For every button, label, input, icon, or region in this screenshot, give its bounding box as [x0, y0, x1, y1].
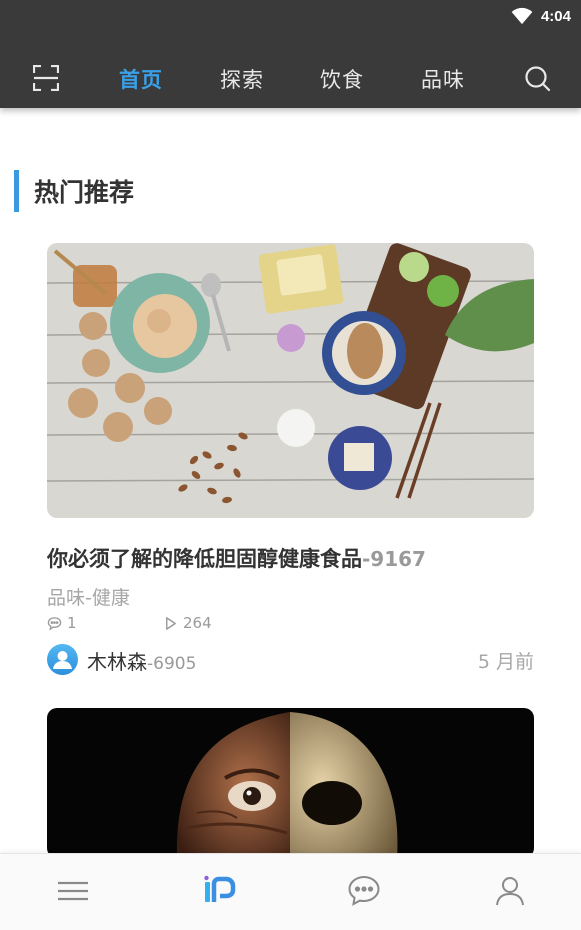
skull-face-image: [47, 708, 534, 858]
food-flatlay-image: [47, 243, 534, 518]
tab-home[interactable]: 首页: [119, 64, 163, 94]
author-row: 木林森-6905 5 月前: [47, 644, 534, 676]
discover-icon[interactable]: [202, 874, 236, 908]
article-title-text: 你必须了解的降低胆固醇健康食品: [47, 547, 362, 571]
section-accent-bar: [14, 170, 19, 212]
tab-diet[interactable]: 饮食: [320, 64, 364, 94]
author-id: -6905: [147, 654, 197, 674]
tab-taste[interactable]: 品味: [421, 64, 465, 94]
profile-icon[interactable]: [493, 874, 527, 908]
play-icon: [166, 616, 176, 630]
top-app-bar: 4:04 首页 探索 饮食 品味: [0, 0, 581, 108]
post-time: 5 月前: [477, 651, 534, 673]
scan-icon[interactable]: [33, 65, 59, 91]
bottom-nav: [0, 853, 581, 930]
article-title-id: -9167: [362, 547, 426, 571]
article-image[interactable]: [47, 708, 534, 858]
author-name[interactable]: 木林森-6905: [87, 646, 196, 675]
play-count: 264: [183, 614, 212, 632]
menu-icon[interactable]: [56, 874, 90, 908]
section-title: 热门推荐: [34, 178, 135, 207]
comment-count: 1: [67, 614, 77, 632]
comment-stat: 1: [47, 614, 77, 632]
article-title[interactable]: 你必须了解的降低胆固醇健康食品-9167: [47, 543, 426, 573]
tab-explore[interactable]: 探索: [220, 64, 264, 94]
top-nav: 首页 探索 饮食 品味: [0, 52, 581, 102]
status-bar: 4:04: [511, 6, 571, 26]
status-time: 4:04: [540, 7, 571, 25]
section-header: 热门推荐: [14, 170, 134, 212]
message-icon[interactable]: [347, 874, 381, 908]
user-icon: [53, 651, 72, 669]
article-category[interactable]: 品味-健康: [47, 583, 130, 610]
wifi-icon: [511, 7, 533, 25]
avatar[interactable]: [47, 644, 78, 675]
author-name-text: 木林森: [87, 650, 147, 674]
play-stat: 264: [163, 614, 212, 632]
article-image[interactable]: [47, 243, 534, 518]
search-icon[interactable]: [524, 65, 551, 92]
comment-icon: [47, 616, 62, 631]
